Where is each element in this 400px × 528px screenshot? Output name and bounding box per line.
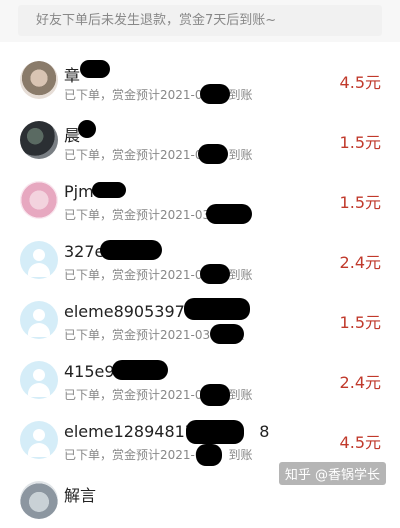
list-item[interactable]: Pjm 已下单，赏金预计2021-03 1.5元 xyxy=(0,168,400,228)
redaction-mark xyxy=(80,60,110,78)
avatar xyxy=(20,241,58,279)
reward-amount: 2.4元 xyxy=(339,373,381,392)
list-item[interactable]: 晨 已下单，赏金预计2021-0 到账 1.5元 xyxy=(0,108,400,168)
invite-list: 章 已下单，赏金预计2021-0 到账 4.5元 晨 已下单，赏金预计2021-0… xyxy=(0,48,400,528)
friend-name: Pjm xyxy=(64,182,94,201)
avatar xyxy=(20,481,58,519)
redaction-mark xyxy=(78,120,96,138)
redaction-mark xyxy=(198,144,228,164)
list-item[interactable]: 415e96 已下单，赏金预计2021-0 到账 2.4元 xyxy=(0,348,400,408)
reward-notice: 好友下单后未发生退款，赏金7天后到账~ xyxy=(18,5,382,36)
avatar xyxy=(20,421,58,459)
reward-amount: 2.4元 xyxy=(339,253,381,272)
avatar xyxy=(20,181,58,219)
avatar xyxy=(20,301,58,339)
list-item[interactable]: eleme89053976 已下单，赏金预计2021-03到账 1.5元 xyxy=(0,288,400,348)
friend-name: 解言 xyxy=(64,486,97,505)
redaction-mark xyxy=(200,264,230,284)
list-item[interactable]: eleme128948176 8 已下单，赏金预计2021-0 到账 4.5元 xyxy=(0,408,400,468)
redaction-mark xyxy=(92,182,126,198)
avatar xyxy=(20,121,58,159)
avatar xyxy=(20,61,58,99)
list-item[interactable]: 章 已下单，赏金预计2021-0 到账 4.5元 xyxy=(0,48,400,108)
friend-name: 章 xyxy=(64,66,81,85)
redaction-mark xyxy=(206,204,252,224)
reward-amount: 1.5元 xyxy=(339,133,381,152)
reward-amount: 1.5元 xyxy=(339,313,381,332)
avatar xyxy=(20,361,58,399)
reward-amount: 4.5元 xyxy=(339,73,381,92)
reward-amount: 4.5元 xyxy=(339,433,381,452)
watermark: 知乎 @香锅学长 xyxy=(278,462,386,485)
friend-name: eleme89053976 xyxy=(64,302,195,321)
redaction-mark xyxy=(200,84,230,104)
list-item[interactable]: 327e 已下单，赏金预计2021-0 到账 2.4元 xyxy=(0,228,400,288)
redaction-mark xyxy=(200,384,230,406)
order-status: 已下单，赏金预计2021-03 xyxy=(64,208,211,222)
redaction-mark xyxy=(210,324,244,344)
redaction-mark xyxy=(100,240,162,260)
redaction-mark xyxy=(112,360,168,380)
reward-amount: 1.5元 xyxy=(339,193,381,212)
order-status: 已下单，赏金预计2021-0 到账 xyxy=(64,448,253,462)
redaction-mark xyxy=(184,298,250,320)
redaction-mark xyxy=(196,444,222,466)
redaction-mark xyxy=(186,420,244,444)
friend-name: 327e xyxy=(64,242,105,261)
